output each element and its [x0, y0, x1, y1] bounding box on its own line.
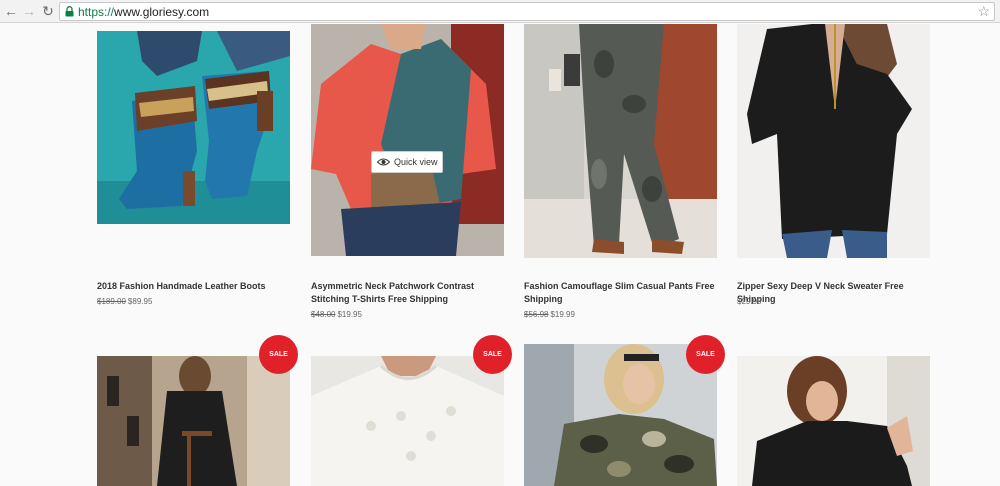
- product-image-camouflage-pants[interactable]: [524, 24, 717, 258]
- url-text: https://www.gloriesy.com: [78, 5, 209, 19]
- current-price: $89.95: [127, 297, 153, 306]
- product-image-boots[interactable]: [97, 31, 290, 224]
- product-name[interactable]: Fashion Camouflage Slim Casual Pants Fre…: [524, 280, 717, 306]
- old-price: $48.00: [311, 310, 336, 319]
- product-image-black-dress[interactable]: [97, 356, 290, 486]
- product-name[interactable]: 2018 Fashion Handmade Leather Boots: [97, 280, 290, 293]
- product-image-zipper-sweater[interactable]: [737, 24, 930, 258]
- product-name[interactable]: Asymmetric Neck Patchwork Contrast Stitc…: [311, 280, 504, 306]
- back-arrow-icon[interactable]: ←: [3, 3, 19, 19]
- old-price: $189.00: [97, 297, 126, 306]
- quick-view-label: Quick view: [394, 157, 438, 167]
- eye-icon: [377, 158, 390, 166]
- current-price: $29.95: [737, 297, 762, 306]
- product-price: $48.00 $19.95: [311, 309, 362, 320]
- lock-icon: [65, 6, 74, 17]
- quick-view-button[interactable]: Quick view: [371, 151, 443, 173]
- product-image-camouflage-top[interactable]: [524, 344, 717, 486]
- old-price: $56.98: [524, 310, 549, 319]
- url-scheme: https://: [78, 5, 115, 19]
- product-price: $29.95: [737, 296, 761, 307]
- bookmark-star-icon[interactable]: ☆: [977, 3, 990, 20]
- product-image-patchwork-tshirt[interactable]: Quick view: [311, 24, 504, 256]
- product-price: $56.98 $19.99: [524, 309, 575, 320]
- sale-badge: SALE: [473, 335, 512, 374]
- url-host: www.gloriesy.com: [114, 5, 210, 19]
- browser-toolbar: ← → ↻ https://www.gloriesy.com ☆: [0, 0, 1000, 23]
- product-image-white-sweater[interactable]: [311, 356, 504, 486]
- product-name[interactable]: Zipper Sexy Deep V Neck Sweater Free Shi…: [737, 280, 930, 306]
- address-bar[interactable]: https://www.gloriesy.com ☆: [59, 2, 995, 21]
- forward-arrow-icon[interactable]: →: [21, 3, 37, 19]
- reload-icon[interactable]: ↻: [40, 3, 56, 19]
- current-price: $19.99: [550, 310, 575, 319]
- product-price: $189.00 $89.95: [97, 296, 152, 307]
- sale-badge: SALE: [259, 335, 298, 374]
- current-price: $19.95: [337, 310, 362, 319]
- sale-badge: SALE: [686, 335, 725, 374]
- product-image-cold-shoulder-top[interactable]: [737, 356, 930, 486]
